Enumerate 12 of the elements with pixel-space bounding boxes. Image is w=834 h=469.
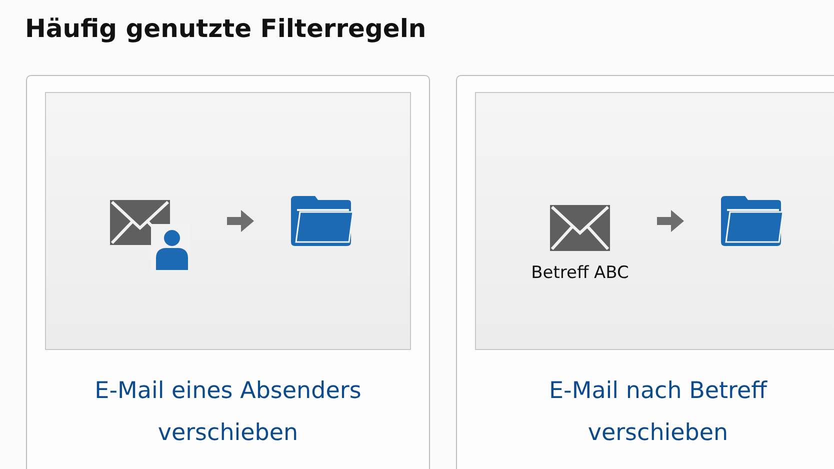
folder-icon xyxy=(721,196,783,246)
envelope-icon xyxy=(550,205,610,251)
rule-link[interactable]: E-Mail nach Betreff verschieben xyxy=(485,370,831,454)
arrow-right-icon xyxy=(657,209,685,233)
envelope-person-icon xyxy=(110,198,190,270)
rule-card[interactable]: E-Mail eines Absenders verschieben xyxy=(26,75,430,469)
page-heading: Häufig genutzte Filterregeln xyxy=(25,13,426,45)
rule-link[interactable]: E-Mail eines Absenders verschieben xyxy=(55,370,401,454)
rule-card[interactable]: Betreff ABC E-Mail nach Betreff verschieben xyxy=(456,75,834,469)
folder-icon xyxy=(291,196,353,246)
subject-label: Betreff ABC xyxy=(531,263,629,283)
arrow-right-icon xyxy=(227,209,255,233)
